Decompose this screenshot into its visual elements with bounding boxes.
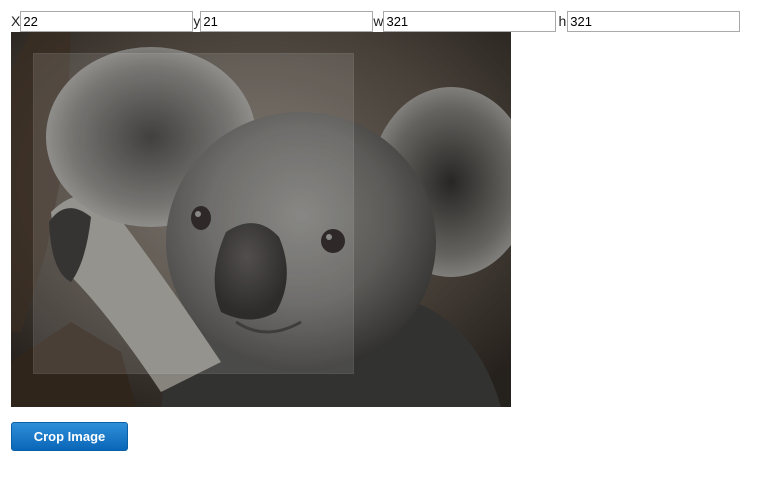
w-input[interactable] [383,11,557,32]
crop-selection-box[interactable] [33,53,354,374]
crop-coordinates-bar: X y w h [11,11,741,32]
w-label: w [373,13,384,29]
h-label: h [558,13,567,29]
crop-page: X y w h [0,0,769,496]
x-label: X [11,13,21,29]
y-label: y [193,13,201,29]
crop-image-button[interactable]: Crop Image [11,422,128,451]
crop-image-area[interactable] [11,32,511,407]
h-input[interactable] [567,11,741,32]
y-input[interactable] [200,11,374,32]
x-input[interactable] [20,11,194,32]
